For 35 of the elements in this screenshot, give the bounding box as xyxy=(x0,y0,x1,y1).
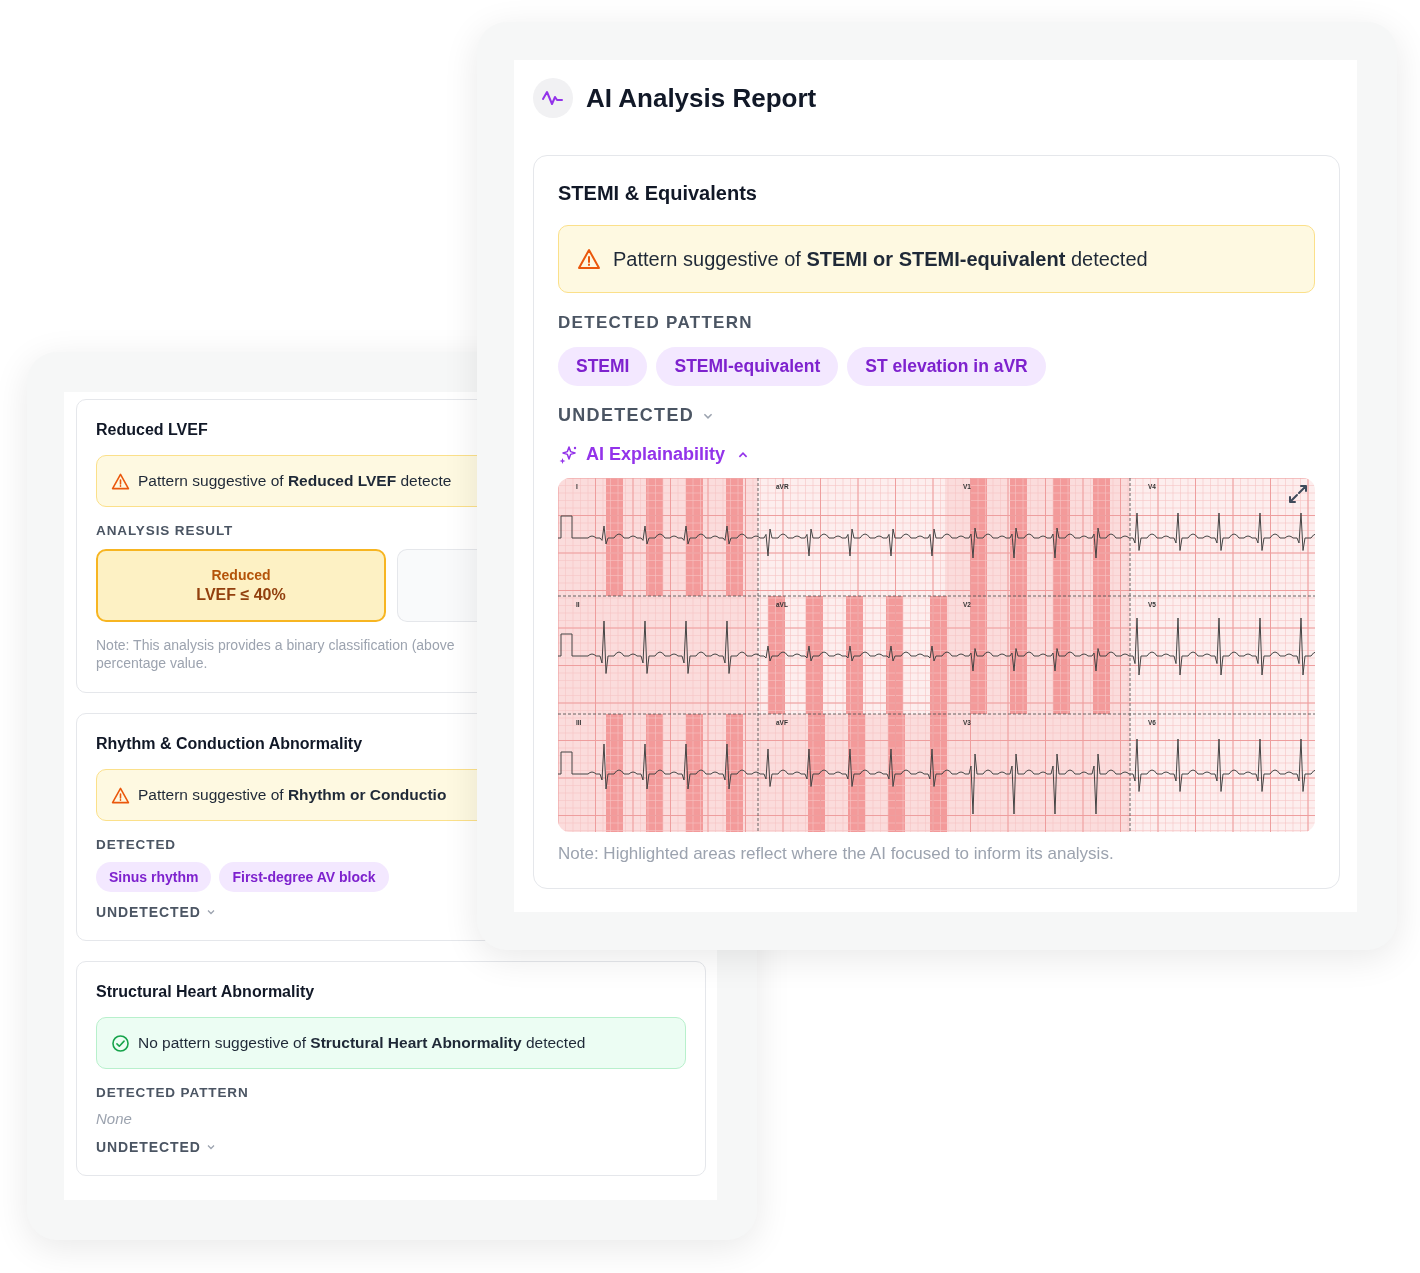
report-title: AI Analysis Report xyxy=(586,82,817,114)
expand-icon[interactable] xyxy=(1287,483,1309,505)
warning-icon xyxy=(111,471,130,491)
sparkle-icon xyxy=(558,444,578,465)
note-text: percentage value. xyxy=(96,654,208,672)
section-label: DETECTED xyxy=(96,837,177,852)
banner-text: Pattern suggestive of Reduced LVEF detecte xyxy=(138,472,452,490)
explainability-toggle[interactable]: AI Explainability xyxy=(558,444,750,465)
check-circle-icon xyxy=(111,1033,130,1053)
pattern-tag: Sinus rhythm xyxy=(96,862,212,892)
section-label: ANALYSIS RESULT xyxy=(96,523,235,538)
note-text: Note: This analysis provides a binary classification (above xyxy=(96,636,455,654)
warning-icon xyxy=(577,247,601,271)
banner-text: No pattern suggestive of Structural Heart Abnormality detected xyxy=(138,1034,586,1052)
chevron-icon xyxy=(205,1142,216,1152)
card-title: Reduced LVEF xyxy=(96,420,209,440)
pattern-tag: STEMI xyxy=(558,347,648,386)
chevron-icon xyxy=(205,907,216,917)
pulse-icon xyxy=(533,78,573,118)
card-title: Rhythm & Conduction Abnormality xyxy=(96,734,364,754)
section-label: DETECTED PATTERN xyxy=(96,1085,250,1100)
banner-text: Pattern suggestive of Rhythm or Conductio xyxy=(138,786,447,804)
pattern-tag: STEMI-equivalent xyxy=(656,347,839,386)
section-label: DETECTED PATTERN xyxy=(558,313,754,333)
pattern-tag: ST elevation in aVR xyxy=(847,347,1046,386)
card-title: Structural Heart Abnormality xyxy=(96,982,316,1002)
note-text: Note: Highlighted areas reflect where the AI focused to inform its analysis. xyxy=(558,844,1115,864)
undetected-toggle[interactable]: UNDETECTED xyxy=(96,1139,216,1155)
banner-text: Pattern suggestive of STEMI or STEMI-equivalent detected xyxy=(613,247,1148,271)
undetected-toggle[interactable]: UNDETECTED xyxy=(96,904,216,920)
undetected-toggle[interactable]: UNDETECTED xyxy=(558,405,714,426)
card-title: STEMI & Equivalents xyxy=(558,182,758,205)
pattern-tag: First-degree AV block xyxy=(219,862,389,892)
empty-text: None xyxy=(96,1110,133,1127)
result-option[interactable]: Reduced LVEF ≤ 40% xyxy=(96,549,386,622)
